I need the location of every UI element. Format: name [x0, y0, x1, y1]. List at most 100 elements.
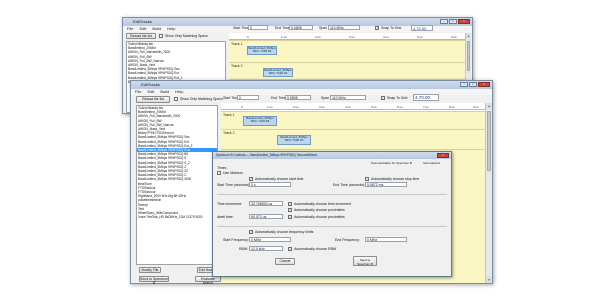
auto-start-checkbox[interactable]: ✓ — [249, 177, 253, 181]
start-time-label: Start Time — [233, 26, 249, 30]
auto-freq-label: Automatically choose frequency limits — [255, 230, 314, 234]
show-only-checkbox[interactable] — [174, 97, 178, 101]
menu-edit[interactable]: Edit — [147, 89, 154, 95]
times-label: Times — [217, 166, 227, 170]
span-select[interactable]: 110 MHz — [330, 95, 366, 100]
time-increment-field[interactable]: 32.768534 us — [249, 201, 283, 206]
cancel-button[interactable]: Cancel — [275, 258, 295, 265]
start-time-label: Start Time (seconds): — [217, 183, 251, 187]
send-to-spectrum-b-button[interactable]: Send to Spectrum B — [353, 256, 377, 266]
auto-dwell-label: Automatically choose proximities — [294, 215, 345, 219]
auto-time-inc-checkbox[interactable]: ✓ — [288, 202, 292, 206]
tick-label: 6 us — [451, 35, 457, 39]
front-file-list[interactable]: ToArch/Masks.bin Bandlimited_20Mhz AWGN_… — [136, 105, 218, 265]
menu-file[interactable]: File — [135, 89, 141, 95]
signal-block[interactable]: BandLimited_5Mbps 99% / 4/26.68 — [243, 116, 277, 126]
signal-block[interactable]: BandLimited_5Mbps 99% / 5/26.20 — [277, 135, 311, 145]
rbw-field[interactable]: 12.0 kHz — [249, 246, 283, 251]
dialog-title: Spectrum B Controls — BandLimited_5Mbps … — [216, 153, 317, 157]
summary-header-2: Summarized — [423, 161, 440, 165]
span-select[interactable]: 110 MHz — [328, 25, 360, 30]
track-label: Track 1 — [231, 42, 243, 46]
time-display: 4.70.00 — [411, 25, 433, 31]
start-time-field[interactable]: 0 s — [249, 182, 291, 187]
tick-label: 2 us — [293, 105, 299, 109]
track-label: Track 1 — [223, 113, 235, 117]
maximize-icon[interactable]: □ — [469, 82, 477, 87]
scroll-up-icon[interactable]: ▲ — [466, 33, 471, 39]
front-vertical-scrollbar[interactable]: ▲ ▼ — [485, 103, 492, 283]
menu-help[interactable]: Help — [175, 89, 183, 95]
tick-label: 7 us — [423, 105, 429, 109]
auto-rbw-checkbox[interactable]: ✓ — [288, 247, 292, 251]
end-time-label: End Time — [271, 96, 286, 100]
auto-dwell-checkbox[interactable]: ✓ — [288, 215, 292, 219]
front-window-titlebar[interactable]: EditTracks – □ × — [131, 81, 492, 89]
tick-label: 6 us — [397, 105, 403, 109]
end-time-field[interactable]: 0.0805 — [285, 95, 311, 100]
use-markers-label: Use Markers — [223, 171, 243, 175]
track-row[interactable]: Track 1 BandLimited_5Mbps 99% / 4/26.68 — [229, 40, 465, 62]
signal-block[interactable]: BandLimited_5Mbps 99% / 4/26.68 — [247, 46, 277, 55]
dialog-titlebar[interactable]: Spectrum B Controls — BandLimited_5Mbps … — [213, 152, 451, 159]
tick-label: 0 — [247, 35, 249, 39]
reload-file-list-button[interactable]: Reload file list — [126, 33, 156, 39]
end-time-field[interactable]: 0.0805 — [289, 25, 313, 30]
send-to-spectrum-button[interactable]: Send to Spectrum B — [139, 276, 169, 285]
menu-file[interactable]: File — [127, 26, 133, 32]
dwell-field[interactable]: 90.072 us — [249, 214, 283, 219]
use-markers-checkbox[interactable] — [217, 171, 221, 175]
auto-rbw-label: Automatically choose RBW — [294, 247, 337, 251]
time-ruler: 0 1 us 2 us 3 us 4 us 5 us 6 us — [229, 33, 465, 40]
start-freq-field[interactable]: 0 MHz — [249, 237, 291, 242]
menu-edit[interactable]: Edit — [139, 26, 146, 32]
start-time-field[interactable]: 0 — [237, 95, 259, 100]
maximize-icon[interactable]: □ — [449, 19, 457, 24]
start-freq-label: Start Frequency: — [223, 238, 249, 242]
front-window-controls: – □ × — [460, 82, 490, 87]
auto-prox-checkbox[interactable]: ✓ — [288, 208, 292, 212]
spectrum-controls-dialog: Spectrum B Controls — BandLimited_5Mbps … — [212, 151, 452, 277]
track-label: Track 2 — [223, 131, 235, 135]
signal-block[interactable]: BandLimited_5Mbps 99% / 5/26.20 — [263, 68, 293, 77]
snap-to-grid-checkbox[interactable]: ✓ — [375, 26, 379, 30]
divider — [217, 194, 447, 195]
scroll-thumb[interactable] — [487, 111, 491, 171]
minimize-icon[interactable]: – — [460, 82, 468, 87]
close-icon[interactable]: × — [478, 82, 490, 87]
scroll-down-icon[interactable]: ▼ — [486, 277, 492, 283]
scroll-up-icon[interactable]: ▲ — [486, 103, 492, 109]
show-only-checkbox[interactable] — [159, 34, 163, 38]
tick-label: 4 us — [383, 35, 389, 39]
tick-label: 5 us — [417, 35, 423, 39]
snap-to-grid-checkbox[interactable]: ✓ — [381, 96, 385, 100]
track-row[interactable]: Track 2 BandLimited_5Mbps 99% / 5/26.20 — [221, 129, 485, 149]
tick-label: 5 us — [371, 105, 377, 109]
reload-file-list-button[interactable]: Reload file list — [136, 96, 170, 103]
modify-file-button[interactable]: Modify File — [139, 267, 161, 273]
span-label: Span — [321, 96, 330, 100]
end-time-label: End Time (seconds): — [333, 183, 366, 187]
scroll-thumb[interactable] — [467, 41, 470, 71]
close-icon[interactable]: × — [458, 19, 470, 24]
tick-label: 1 us — [281, 35, 287, 39]
list-item[interactable]: Voice TestTab_HD 5kDMHz_12M 11375 5000 — [137, 215, 217, 219]
minimize-icon[interactable]: – — [440, 19, 448, 24]
auto-time-inc-label: Automatically choose time increment — [294, 202, 351, 206]
menu-help[interactable]: Help — [167, 26, 175, 32]
auto-freq-checkbox[interactable]: ✓ — [249, 230, 253, 234]
track-row[interactable]: Track 1 BandLimited_5Mbps 99% / 4/26.68 — [221, 111, 485, 129]
end-time-field[interactable]: 5.0872 ms — [365, 182, 407, 187]
end-time-label: End Time — [275, 26, 290, 30]
close-icon[interactable]: × — [437, 153, 449, 158]
snap-to-grid-label: Snap To Grid — [381, 26, 402, 30]
start-time-field[interactable]: 0 — [248, 25, 268, 30]
end-freq-field[interactable]: 0 MHz — [365, 237, 407, 242]
auto-prox-label: Automatically choose proximities — [294, 208, 345, 212]
track-row[interactable]: Track 2 BandLimited_5Mbps 99% / 5/26.20 — [229, 62, 465, 79]
menu-build[interactable]: Build — [160, 89, 169, 95]
tick-label: 3 us — [349, 35, 355, 39]
menu-build[interactable]: Build — [152, 26, 161, 32]
time-ruler: 0 1 us 2 us 3 us 4 us 5 us 6 us 7 us 8 u… — [221, 103, 485, 110]
auto-stop-checkbox[interactable]: ✓ — [365, 177, 369, 181]
